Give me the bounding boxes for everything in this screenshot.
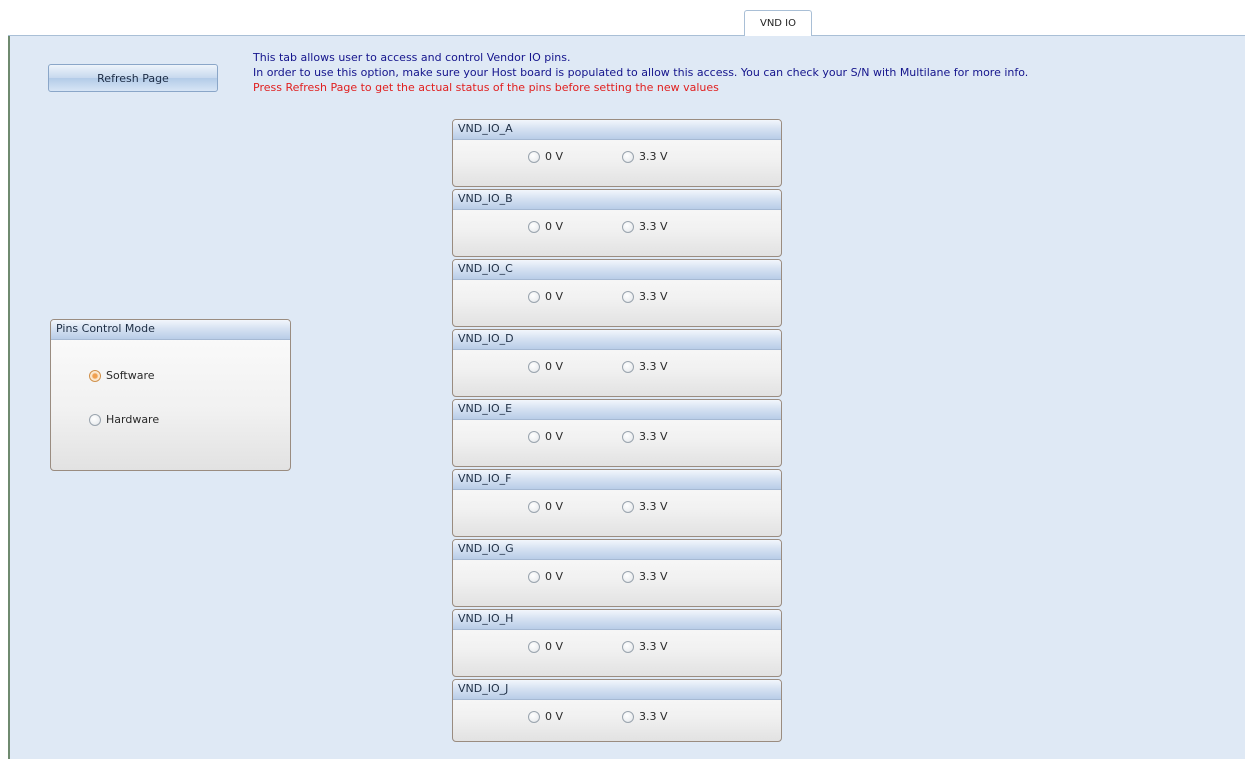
pin-group-vnd-io-j: VND_IO_J 0 V 3.3 V (452, 679, 782, 742)
radio-label: 3.3 V (639, 430, 668, 443)
pin-b-3v3-radio[interactable]: 3.3 V (622, 220, 668, 233)
radio-label: 0 V (545, 360, 564, 373)
hardware-mode-label: Hardware (106, 413, 160, 426)
radio-unchecked-icon (622, 710, 634, 723)
pin-a-3v3-radio[interactable]: 3.3 V (622, 150, 668, 163)
radio-unchecked-icon (528, 150, 540, 163)
pin-f-3v3-radio[interactable]: 3.3 V (622, 500, 668, 513)
pin-group-title: VND_IO_E (453, 400, 781, 420)
radio-unchecked-icon (528, 360, 540, 373)
pin-group-vnd-io-b: VND_IO_B 0 V 3.3 V (452, 189, 782, 257)
radio-label: 3.3 V (639, 220, 668, 233)
pin-c-3v3-radio[interactable]: 3.3 V (622, 290, 668, 303)
pin-e-3v3-radio[interactable]: 3.3 V (622, 430, 668, 443)
pin-h-3v3-radio[interactable]: 3.3 V (622, 640, 668, 653)
pin-c-0v-radio[interactable]: 0 V (528, 290, 563, 303)
radio-unchecked-icon (528, 710, 540, 723)
refresh-page-button[interactable]: Refresh Page (48, 64, 218, 92)
radio-label: 3.3 V (639, 640, 668, 653)
pin-group-title: VND_IO_D (453, 330, 781, 350)
pin-j-0v-radio[interactable]: 0 V (528, 710, 563, 723)
pin-group-title: VND_IO_B (453, 190, 781, 210)
pin-f-0v-radio[interactable]: 0 V (528, 500, 563, 513)
radio-unchecked-icon (89, 413, 101, 426)
pin-group-vnd-io-e: VND_IO_E 0 V 3.3 V (452, 399, 782, 467)
radio-label: 0 V (545, 430, 564, 443)
radio-unchecked-icon (622, 640, 634, 653)
radio-checked-icon (89, 369, 101, 382)
pins-control-mode-group: Pins Control Mode Software Hardware (50, 319, 291, 471)
radio-label: 3.3 V (639, 710, 668, 723)
radio-label: 0 V (545, 570, 564, 583)
pin-group-vnd-io-d: VND_IO_D 0 V 3.3 V (452, 329, 782, 397)
radio-unchecked-icon (622, 430, 634, 443)
radio-unchecked-icon (622, 360, 634, 373)
radio-label: 0 V (545, 640, 564, 653)
pin-e-0v-radio[interactable]: 0 V (528, 430, 563, 443)
pin-group-title: VND_IO_J (453, 680, 781, 700)
radio-label: 3.3 V (639, 360, 668, 373)
refresh-warning-text: Press Refresh Page to get the actual sta… (253, 81, 719, 94)
pins-control-mode-title: Pins Control Mode (51, 320, 290, 340)
radio-unchecked-icon (622, 570, 634, 583)
software-mode-radio[interactable]: Software (89, 369, 155, 382)
pin-group-vnd-io-f: VND_IO_F 0 V 3.3 V (452, 469, 782, 537)
radio-unchecked-icon (622, 220, 634, 233)
pin-group-title: VND_IO_G (453, 540, 781, 560)
pin-group-title: VND_IO_H (453, 610, 781, 630)
pin-group-vnd-io-c: VND_IO_C 0 V 3.3 V (452, 259, 782, 327)
pin-group-vnd-io-h: VND_IO_H 0 V 3.3 V (452, 609, 782, 677)
radio-label: 0 V (545, 290, 564, 303)
pin-group-vnd-io-a: VND_IO_A 0 V 3.3 V (452, 119, 782, 187)
radio-label: 3.3 V (639, 290, 668, 303)
radio-unchecked-icon (528, 430, 540, 443)
radio-unchecked-icon (528, 220, 540, 233)
radio-unchecked-icon (528, 640, 540, 653)
pin-d-3v3-radio[interactable]: 3.3 V (622, 360, 668, 373)
software-mode-label: Software (106, 369, 155, 382)
radio-unchecked-icon (528, 570, 540, 583)
pin-b-0v-radio[interactable]: 0 V (528, 220, 563, 233)
hardware-mode-radio[interactable]: Hardware (89, 413, 159, 426)
radio-label: 0 V (545, 220, 564, 233)
radio-label: 3.3 V (639, 500, 668, 513)
description-line-1: This tab allows user to access and contr… (253, 51, 571, 64)
radio-unchecked-icon (622, 500, 634, 513)
pin-group-vnd-io-g: VND_IO_G 0 V 3.3 V (452, 539, 782, 607)
pin-g-3v3-radio[interactable]: 3.3 V (622, 570, 668, 583)
radio-label: 0 V (545, 710, 564, 723)
radio-label: 3.3 V (639, 570, 668, 583)
pin-group-title: VND_IO_F (453, 470, 781, 490)
pin-j-3v3-radio[interactable]: 3.3 V (622, 710, 668, 723)
pin-group-title: VND_IO_A (453, 120, 781, 140)
pin-h-0v-radio[interactable]: 0 V (528, 640, 563, 653)
radio-unchecked-icon (528, 500, 540, 513)
tab-vnd-io[interactable]: VND IO (744, 10, 812, 36)
pin-a-0v-radio[interactable]: 0 V (528, 150, 563, 163)
radio-label: 0 V (545, 150, 564, 163)
radio-label: 3.3 V (639, 150, 668, 163)
pin-d-0v-radio[interactable]: 0 V (528, 360, 563, 373)
pin-group-title: VND_IO_C (453, 260, 781, 280)
radio-unchecked-icon (528, 290, 540, 303)
radio-unchecked-icon (622, 150, 634, 163)
description-line-2: In order to use this option, make sure y… (253, 66, 1029, 79)
pin-g-0v-radio[interactable]: 0 V (528, 570, 563, 583)
radio-unchecked-icon (622, 290, 634, 303)
radio-label: 0 V (545, 500, 564, 513)
